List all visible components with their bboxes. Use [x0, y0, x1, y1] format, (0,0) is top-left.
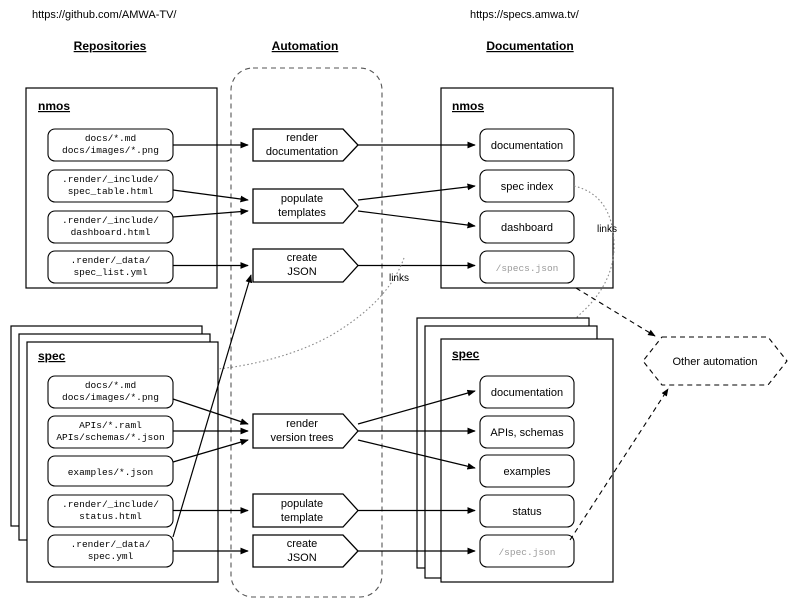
repo-spec-item-0-line2: docs/images/*.png: [62, 392, 159, 403]
repo-nmos-item-2-line2: dashboard.html: [71, 227, 151, 238]
automation-nmos-item-2-line2: JSON: [287, 266, 316, 278]
automation-nmos-item-1-line1: populate: [281, 193, 323, 205]
repo-nmos-item-3-line2: spec_list.yml: [73, 267, 147, 278]
automation-nmos-item-0-line2: documentation: [266, 146, 338, 158]
doc-spec-item-2-label: examples: [503, 466, 551, 478]
other-automation-label: Other automation: [673, 356, 758, 368]
doc-spec-item-0-label: documentation: [491, 387, 563, 399]
doc-nmos-item-2-label: dashboard: [501, 222, 553, 234]
diagram-canvas: https://github.com/AMWA-TV/ https://spec…: [0, 0, 791, 601]
links-right-label: links: [597, 224, 617, 235]
repo-nmos-item-0-line2: docs/images/*.png: [62, 145, 159, 156]
doc-spec-item-1-label: APIs, schemas: [490, 427, 564, 439]
repo-nmos-item-3-line1: .render/_data/: [71, 255, 151, 266]
repo-spec-item-0-line1: docs/*.md: [85, 380, 136, 391]
repo-nmos-item-1-line1: .render/_include/: [62, 174, 159, 185]
automation-spec-item-1-line1: populate: [281, 498, 323, 510]
automation-nmos-item-2-line1: create: [287, 252, 318, 264]
repo-spec-item-2-line1: examples/*.json: [68, 467, 154, 478]
doc-group-nmos-title: nmos: [452, 99, 484, 113]
repo-nmos-item-0-line1: docs/*.md: [85, 133, 136, 144]
links-left-label: links: [389, 273, 409, 284]
repo-spec-item-3-line2: status.html: [79, 511, 142, 522]
doc-spec-item-4-label: /spec.json: [498, 547, 555, 558]
automation-spec-item-0-line2: version trees: [271, 432, 334, 444]
automation-spec-item-0-line1: render: [286, 418, 318, 430]
repositories-url: https://github.com/AMWA-TV/: [32, 9, 177, 21]
repo-spec-item-3-line1: .render/_include/: [62, 499, 159, 510]
doc-nmos-item-0-label: documentation: [491, 140, 563, 152]
doc-nmos-item-3-label: /specs.json: [496, 263, 559, 274]
repo-spec-item-4-line2: spec.yml: [88, 551, 134, 562]
automation-nmos-item-1-line2: templates: [278, 207, 326, 219]
repo-group-nmos-title: nmos: [38, 99, 70, 113]
doc-spec-item-3-label: status: [512, 506, 542, 518]
repo-group-spec-title: spec: [38, 349, 66, 363]
pipeline-diagram: https://github.com/AMWA-TV/ https://spec…: [10, 9, 788, 598]
automation-spec-item-2-line2: JSON: [287, 552, 316, 564]
column-title-documentation: Documentation: [486, 39, 573, 53]
repo-nmos-item-2-line1: .render/_include/: [62, 215, 159, 226]
column-title-repositories: Repositories: [74, 39, 147, 53]
repo-spec-item-4-line1: .render/_data/: [71, 539, 151, 550]
automation-nmos-item-0-line1: render: [286, 132, 318, 144]
repo-spec-item-1-line1: APIs/*.raml: [79, 420, 142, 431]
repo-nmos-item-1-line2: spec_table.html: [68, 186, 154, 197]
automation-spec-item-2-line1: create: [287, 538, 318, 550]
automation-spec-item-1-line2: template: [281, 512, 323, 524]
doc-group-spec-title: spec: [452, 347, 480, 361]
documentation-url: https://specs.amwa.tv/: [470, 9, 580, 21]
doc-nmos-item-1-label: spec index: [501, 181, 554, 193]
column-title-automation: Automation: [272, 39, 339, 53]
repo-spec-item-1-line2: APIs/schemas/*.json: [56, 432, 164, 443]
